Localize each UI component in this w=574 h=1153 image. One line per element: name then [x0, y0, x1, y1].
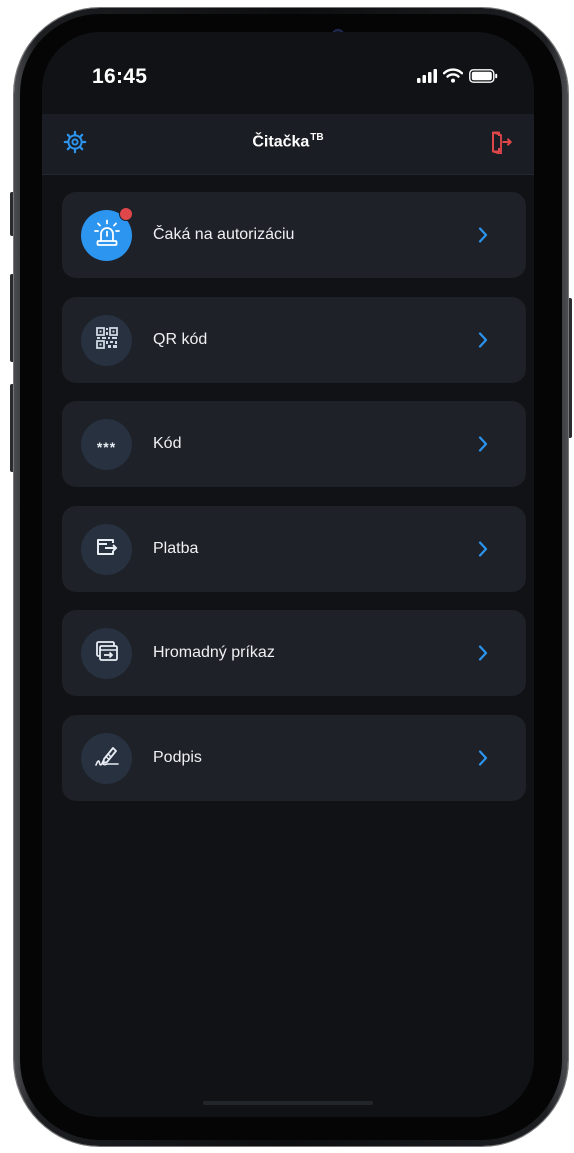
status-time: 16:45	[92, 65, 148, 88]
menu-item-code[interactable]: *** Kód	[62, 401, 526, 487]
logout-icon	[490, 130, 513, 159]
menu-item-label: Hromadný príkaz	[153, 644, 275, 661]
menu-item-icon-wrap	[81, 732, 132, 784]
app-screen: 16:45 ČitačkaTB Čaká na autorizáciu QR k…	[42, 32, 534, 1117]
chevron-right-icon	[478, 436, 488, 452]
app-title-superscript: TB	[310, 132, 324, 143]
menu-item-payment[interactable]: Platba	[62, 505, 526, 592]
chevron-right-icon	[478, 227, 488, 243]
menu-item-qr-code[interactable]: QR kód	[62, 296, 526, 383]
payment-icon	[95, 535, 119, 564]
menu-item-bulk-order[interactable]: Hromadný príkaz	[62, 610, 526, 696]
phone-frame: 16:45 ČitačkaTB Čaká na autorizáciu QR k…	[14, 8, 568, 1146]
wifi-icon	[442, 68, 464, 88]
menu-item-icon-wrap	[81, 628, 132, 679]
logout-button[interactable]	[486, 129, 516, 159]
home-indicator	[203, 1101, 373, 1105]
bulk-order-icon	[95, 639, 119, 668]
chevron-right-icon	[478, 540, 488, 557]
chevron-right-icon	[478, 331, 488, 348]
status-bar: 16:45	[42, 32, 534, 112]
notification-badge	[119, 207, 133, 221]
cellular-signal-icon	[417, 68, 437, 88]
menu-item-signature[interactable]: Podpis	[62, 714, 526, 801]
menu-item-label: Čaká na autorizáciu	[153, 226, 295, 243]
menu-item-label: QR kód	[153, 330, 208, 348]
chevron-right-icon	[478, 749, 488, 766]
qr-code-icon	[95, 326, 119, 355]
app-title-text: Čitačka	[252, 133, 310, 151]
app-header: ČitačkaTB	[42, 114, 534, 175]
status-icons	[417, 68, 498, 88]
menu-item-icon-wrap	[81, 314, 132, 366]
alarm-light-icon	[93, 219, 121, 252]
chevron-right-icon	[478, 645, 488, 661]
menu-item-icon-wrap: ***	[81, 419, 132, 470]
app-title: ČitačkaTB	[42, 132, 534, 151]
signature-icon	[94, 743, 120, 774]
menu-item-icon-wrap	[81, 523, 132, 575]
menu-item-pending-authorization[interactable]: Čaká na autorizáciu	[62, 192, 526, 278]
menu-list: Čaká na autorizáciu QR kód *** Kód Platb…	[62, 192, 526, 819]
menu-item-label: Podpis	[153, 748, 202, 766]
menu-item-label: Platba	[153, 539, 199, 557]
menu-item-label: Kód	[153, 435, 182, 452]
battery-icon	[469, 68, 498, 88]
code-asterisks-icon: ***	[96, 439, 117, 455]
